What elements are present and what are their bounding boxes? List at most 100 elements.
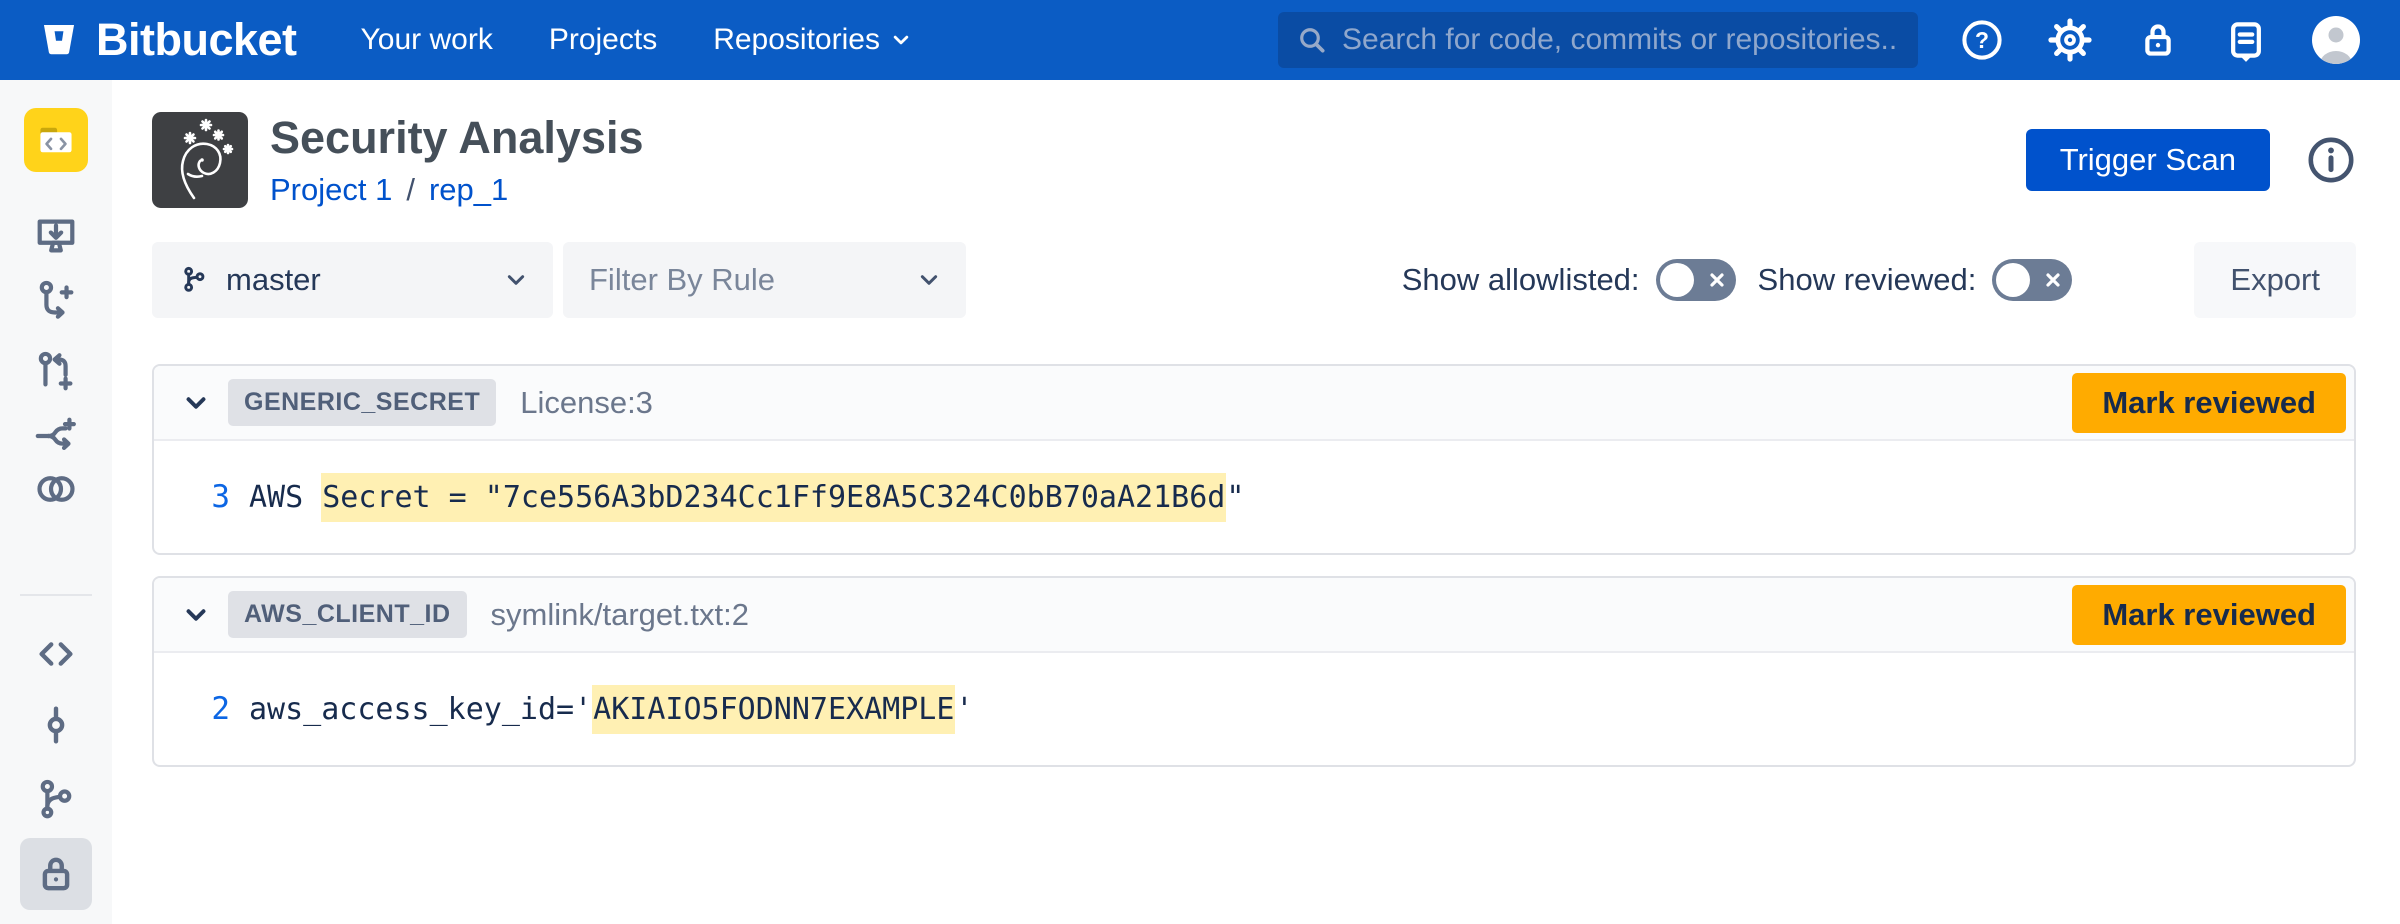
sidebar-item-commits[interactable] [24,700,88,750]
breadcrumb-project-link[interactable]: Project 1 [270,172,392,208]
nav-your-work[interactable]: Your work [361,23,493,57]
show-allowlisted-toggle[interactable] [1656,259,1736,301]
collapse-finding-button[interactable] [178,385,214,421]
collapse-finding-button[interactable] [178,597,214,633]
show-reviewed-label: Show reviewed: [1758,262,1977,298]
primary-nav: Your work Projects Repositories [361,23,910,57]
settings-button[interactable] [2048,18,2092,62]
toggle-knob [1660,263,1694,297]
repository-avatar-image [152,112,248,208]
sidebar-item-fork[interactable] [24,411,88,461]
info-icon [2306,135,2356,185]
nav-projects[interactable]: Projects [549,23,657,57]
feedback-icon [2224,18,2268,62]
chevron-down-icon [505,272,527,288]
sidebar-divider [20,594,92,596]
finding-header: AWS_CLIENT_ID symlink/target.txt:2 Mark … [154,578,2354,653]
trigger-scan-button[interactable]: Trigger Scan [2026,129,2270,191]
nav-repositories[interactable]: Repositories [713,23,910,57]
code-suffix: ' [955,692,973,727]
svg-text:?: ? [1975,27,1989,53]
feedback-button[interactable] [2224,18,2268,62]
info-button[interactable] [2306,135,2356,185]
mark-reviewed-button[interactable]: Mark reviewed [2072,585,2346,645]
breadcrumb-repo-link[interactable]: rep_1 [429,172,508,208]
code-line-number: 3 [154,479,230,515]
admin-lock-button[interactable] [2136,18,2180,62]
toggle-knob [1996,263,2030,297]
sidebar-repository-avatar[interactable] [24,108,88,172]
show-reviewed-toggle[interactable] [1992,259,2072,301]
sidebar-item-clone[interactable] [24,211,88,261]
search-icon [1296,24,1328,56]
compare-icon [33,466,79,512]
top-navbar: Bitbucket Your work Projects Repositorie… [0,0,2400,80]
help-icon: ? [1960,18,2004,62]
toggle-off-icon [2044,271,2062,289]
lock-icon [2136,18,2180,62]
clone-icon [33,213,79,259]
finding-location: symlink/target.txt:2 [491,597,749,633]
finding-card: GENERIC_SECRET License:3 Mark reviewed 3… [152,364,2356,555]
sidebar-item-create-pull-request[interactable] [24,346,88,396]
fork-icon [33,413,79,459]
code-line: AWS Secret = "7ce556A3bD234Cc1Ff9E8A5C32… [249,480,1244,515]
repository-sidebar [0,80,112,924]
global-search[interactable] [1278,12,1918,68]
commits-icon [33,702,79,748]
search-input[interactable] [1342,23,1900,57]
page-title: Security Analysis [270,112,644,164]
finding-code-row: 2 aws_access_key_id='AKIAIO5FODNN7EXAMPL… [154,653,2354,765]
bitbucket-bucket-icon [40,21,78,59]
page-header: Security Analysis Project 1 / rep_1 Trig… [152,112,2356,208]
mark-reviewed-button[interactable]: Mark reviewed [2072,373,2346,433]
help-button[interactable]: ? [1960,18,2004,62]
branch-selector[interactable]: master [152,242,553,318]
source-code-icon [33,631,79,677]
main-content: Security Analysis Project 1 / rep_1 Trig… [152,80,2356,767]
breadcrumb: Project 1 / rep_1 [270,172,644,208]
sidebar-item-security[interactable] [20,838,92,910]
security-lock-icon [33,851,79,897]
branch-icon [178,264,210,296]
finding-location: License:3 [520,385,653,421]
chevron-down-icon [184,394,208,412]
toggle-group: Show allowlisted: Show reviewed: [1402,259,2095,301]
code-suffix: " [1226,480,1244,515]
show-allowlisted-label: Show allowlisted: [1402,262,1640,298]
toggle-off-icon [1708,271,1726,289]
code-prefix: AWS [249,480,321,515]
code-prefix: aws_access_key_id=' [249,692,592,727]
sidebar-item-compare[interactable] [24,464,88,514]
filter-row: master Filter By Rule Show allowlisted: … [152,242,2356,318]
navbar-actions: ? [1960,0,2400,80]
sidebar-item-create-branch[interactable] [24,275,88,325]
finding-header: GENERIC_SECRET License:3 Mark reviewed [154,366,2354,441]
rule-filter-placeholder: Filter By Rule [589,262,775,298]
finding-code-row: 3 AWS Secret = "7ce556A3bD234Cc1Ff9E8A5C… [154,441,2354,553]
header-actions: Trigger Scan [2026,129,2356,191]
bitbucket-logo[interactable]: Bitbucket [40,14,297,66]
repository-folder-icon [36,120,76,160]
profile-avatar[interactable] [2312,16,2360,64]
chevron-down-icon [918,272,940,288]
create-pull-request-icon [33,348,79,394]
chevron-down-icon [184,606,208,624]
branches-icon [33,776,79,822]
sidebar-item-source[interactable] [24,629,88,679]
sidebar-item-branches[interactable] [24,774,88,824]
rule-badge: GENERIC_SECRET [228,379,496,426]
create-branch-icon [33,277,79,323]
user-avatar-icon [2312,16,2360,64]
code-line-number: 2 [154,691,230,727]
code-line: aws_access_key_id='AKIAIO5FODNN7EXAMPLE' [249,692,973,727]
chevron-down-icon [892,33,910,47]
gear-icon [2048,17,2092,63]
secret-highlight: Secret = "7ce556A3bD234Cc1Ff9E8A5C324C0b… [321,473,1226,522]
secret-highlight: AKIAIO5FODNN7EXAMPLE [592,685,955,734]
rule-filter-selector[interactable]: Filter By Rule [563,242,966,318]
export-button[interactable]: Export [2194,242,2356,318]
branch-selected-value: master [226,262,321,298]
title-block: Security Analysis Project 1 / rep_1 [270,112,644,208]
rule-badge: AWS_CLIENT_ID [228,591,467,638]
